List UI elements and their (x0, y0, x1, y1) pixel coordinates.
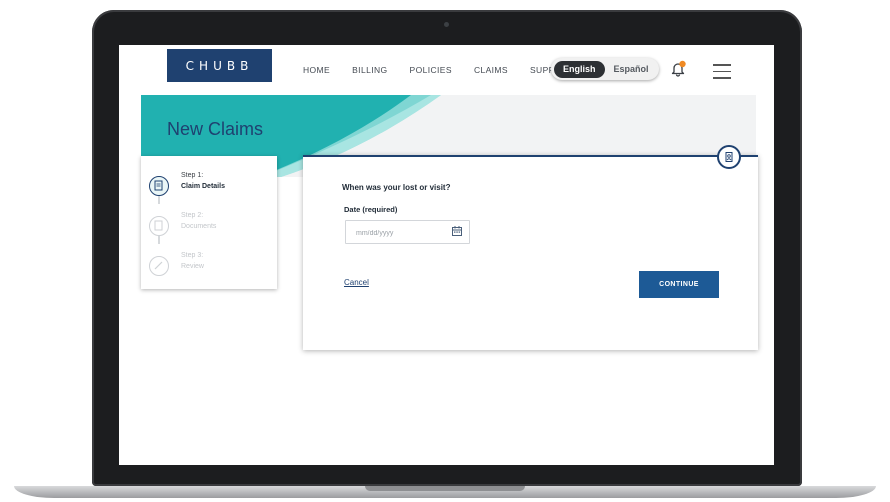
step-1-circle (149, 176, 169, 196)
date-field-label: Date (required) (344, 205, 398, 214)
nav-billing[interactable]: BILLING (352, 65, 387, 75)
continue-button[interactable]: CONTINUE (639, 271, 719, 298)
language-toggle: English Español (551, 58, 659, 80)
laptop-notch (365, 486, 525, 491)
date-input[interactable] (354, 222, 453, 244)
pencil-icon (154, 261, 163, 270)
date-field[interactable] (345, 220, 470, 244)
step-number: Step 1: (181, 172, 204, 179)
step-claim-details[interactable]: Step 1: Claim Details (141, 166, 277, 202)
step-number: Step 3: (181, 252, 204, 259)
chubb-logo[interactable]: CHUBB (167, 49, 272, 82)
step-2-circle (149, 216, 169, 236)
document-icon (154, 180, 163, 191)
page-title: New Claims (167, 119, 264, 139)
nav-home[interactable]: HOME (303, 65, 330, 75)
claim-stepper: Step 1: Claim Details Step 2: Documents … (141, 156, 277, 289)
step-name: Review (181, 263, 204, 270)
step-name: Documents (181, 223, 217, 230)
id-badge-icon (717, 145, 741, 169)
language-english-button[interactable]: English (554, 60, 605, 78)
nav-claims[interactable]: CLAIMS (474, 65, 508, 75)
bell-icon[interactable] (669, 60, 687, 78)
step-3-circle (149, 256, 169, 276)
step-documents[interactable]: Step 2: Documents (141, 206, 277, 242)
calendar-icon[interactable] (451, 225, 463, 237)
language-spanish-button[interactable]: Español (605, 61, 658, 78)
hamburger-menu-icon[interactable] (713, 64, 731, 84)
step-name: Claim Details (181, 183, 225, 190)
step-number: Step 2: (181, 212, 204, 219)
step-review[interactable]: Step 3: Review (141, 246, 277, 282)
laptop-screen: CHUBB HOME BILLING POLICIES CLAIMS SUPPO… (119, 45, 774, 465)
webcam (444, 22, 449, 27)
documents-icon (154, 220, 163, 231)
nav-policies[interactable]: POLICIES (410, 65, 452, 75)
loss-date-question: When was your lost or visit? (342, 183, 451, 192)
claim-form-card: When was your lost or visit? Date (requi… (303, 155, 758, 350)
cancel-link[interactable]: Cancel (344, 278, 369, 287)
